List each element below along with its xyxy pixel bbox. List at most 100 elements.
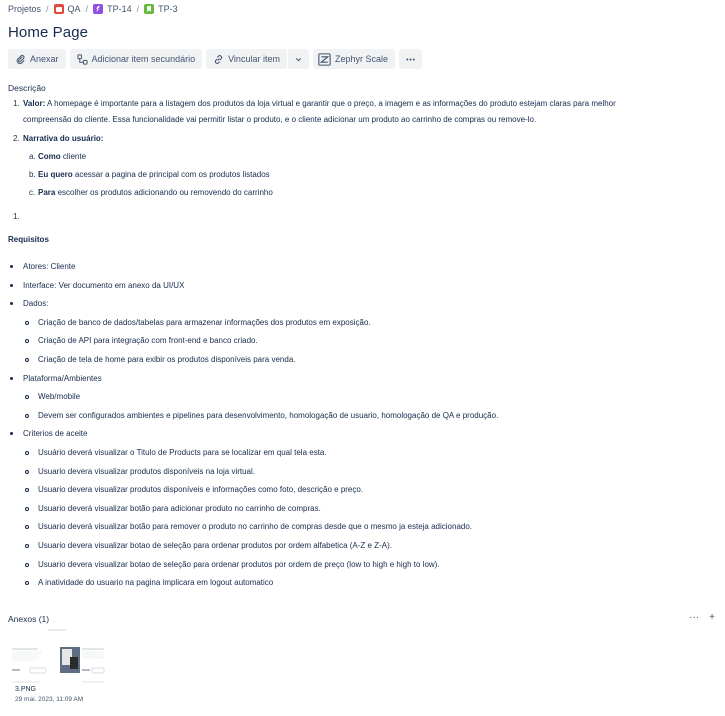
sub-bullet-icon: [25, 451, 29, 455]
story-icon: [144, 4, 155, 14]
attachment-thumbnail: [8, 627, 106, 685]
link-dropdown-button[interactable]: [287, 49, 309, 69]
bullet-icon: [10, 265, 13, 268]
breadcrumb-projects-label[interactable]: Projetos: [8, 4, 41, 14]
user-narrative-heading: Narrativa do usuário:: [23, 134, 103, 143]
breadcrumb-projects[interactable]: Projetos: [8, 4, 41, 14]
breadcrumb-epic-label[interactable]: TP-14: [107, 4, 132, 14]
attachments-actions: ··· +: [689, 612, 715, 623]
narrative-want: Eu quero acessar a pagina de principal c…: [38, 170, 270, 179]
attachments-more-button[interactable]: ···: [689, 612, 699, 623]
requirement-item: Criação de tela de home para exibir os p…: [38, 355, 296, 364]
requirement-item: Usuario devera visualizar botao de seleç…: [38, 541, 392, 550]
value-text-line2: compreensão do cliente. Essa funcionalid…: [23, 115, 537, 124]
paperclip-icon: [16, 54, 25, 64]
sub-bullet-icon: [25, 581, 29, 586]
requirement-item: Criação de API para integração com front…: [38, 336, 258, 346]
attachments-heading: Anexos (1): [8, 614, 50, 624]
link-issue-label: Vincular item: [228, 54, 280, 64]
zephyr-scale-label: Zephyr Scale: [334, 54, 388, 64]
breadcrumb-separator: /: [136, 4, 140, 14]
more-icon: [406, 57, 415, 61]
issue-toolbar: Anexar Adicionar item secundário Vincula…: [8, 49, 422, 69]
bullet-icon: [10, 302, 13, 306]
narrative-want-bold: Eu quero: [38, 170, 73, 179]
narrative-so-text: escolher os produtos adicionando ou remo…: [55, 188, 273, 197]
attachment-filename[interactable]: 3.PNG: [15, 686, 36, 693]
attachment-date: 29 mai. 2023, 11:09 AM: [15, 696, 84, 703]
add-child-label: Adicionar item secundário: [91, 54, 196, 64]
link-icon: [214, 54, 223, 64]
epic-icon: [93, 4, 104, 14]
narrative-so-bold: Para: [38, 188, 56, 197]
requirement-item: Usuario devera visualizar botao de seleç…: [38, 559, 440, 569]
sub-bullet-icon: [25, 506, 29, 511]
value-text-line1: A homepage é importante para a listagem …: [45, 99, 616, 108]
description-item-value: Valor: A homepage é importante para a li…: [23, 99, 616, 108]
bullet-icon: [10, 283, 13, 287]
description-label: Descrição: [8, 83, 46, 93]
attach-button[interactable]: Anexar: [8, 49, 66, 69]
requirement-item: Usuário deverá visualizar o Titulo de Pr…: [38, 448, 327, 457]
breadcrumb-project-label[interactable]: QA: [68, 4, 81, 14]
zephyr-scale-button[interactable]: Zephyr Scale: [312, 49, 395, 69]
requirement-item: Criação de banco de dados/tabelas para a…: [38, 317, 371, 327]
zephyr-scale-icon: [318, 52, 331, 66]
sub-bullet-icon: [25, 413, 29, 418]
breadcrumb-project-qa[interactable]: QA: [53, 4, 81, 14]
list-number: 1.: [13, 99, 20, 108]
sub-bullet-icon: [25, 395, 29, 400]
value-heading: Valor:: [23, 99, 46, 108]
requirement-item: Criterios de aceite: [23, 429, 88, 439]
narrative-want-text: acessar a pagina de principal com os pro…: [72, 170, 270, 179]
list-letter: b.: [29, 170, 36, 179]
requirement-item: Interface: Ver documento em anexo da UI/…: [23, 280, 185, 290]
sub-bullet-icon: [25, 358, 29, 362]
sub-bullet-icon: [25, 469, 29, 474]
requirement-item: Usuario devera visualizar produtos dispo…: [38, 466, 255, 476]
breadcrumb-separator: /: [46, 4, 49, 14]
breadcrumb: Projetos / QA / TP-14 / TP-3: [8, 3, 178, 15]
sub-bullet-icon: [25, 525, 29, 530]
narrative-as-bold: Como: [38, 152, 61, 161]
list-letter: c.: [29, 188, 36, 197]
sub-bullet-icon: [25, 339, 29, 344]
attach-label: Anexar: [30, 54, 59, 64]
issue-title[interactable]: Home Page: [8, 24, 88, 41]
sub-bullet-icon: [25, 320, 29, 325]
requirement-item: Atores: Cliente: [23, 262, 76, 271]
requirement-item: Web/mobile: [38, 392, 81, 402]
list-number: 2.: [13, 134, 20, 143]
breadcrumb-separator: /: [85, 4, 89, 14]
child-issue-icon: [76, 53, 88, 65]
requirement-item: Usuario deverá visualizar botão para rem…: [38, 522, 473, 532]
more-actions-button[interactable]: [398, 49, 422, 69]
project-icon: [53, 4, 64, 14]
add-child-button[interactable]: Adicionar item secundário: [69, 49, 203, 69]
chevron-down-icon: [295, 57, 302, 61]
sub-bullet-icon: [25, 544, 29, 548]
narrative-as: Como cliente: [38, 152, 86, 161]
breadcrumb-story[interactable]: TP-3: [144, 4, 178, 14]
breadcrumb-story-label[interactable]: TP-3: [158, 4, 178, 14]
add-attachment-button[interactable]: +: [709, 612, 715, 623]
requirement-item: Plataforma/Ambientes: [23, 373, 102, 383]
requirement-item: Usuario deverá visualizar botão para adi…: [38, 503, 321, 513]
requirements-heading: Requisitos: [8, 235, 49, 244]
requirement-item: Dados:: [23, 299, 49, 309]
list-letter: a.: [29, 152, 36, 161]
sub-bullet-icon: [25, 562, 29, 567]
sub-bullet-icon: [25, 488, 29, 493]
list-number: 1.: [13, 212, 20, 221]
requirement-item: Devem ser configurados ambientes e pipel…: [38, 410, 499, 420]
requirement-item: Usuario devera visualizar produtos dispo…: [38, 485, 364, 495]
link-issue-button[interactable]: Vincular item: [206, 49, 287, 69]
requirement-item: A inatividade do usuario na pagina impli…: [38, 578, 274, 588]
narrative-label: Narrativa do usuário:: [23, 134, 104, 143]
narrative-as-text: cliente: [60, 152, 87, 161]
bullet-icon: [10, 376, 13, 380]
narrative-so: Para escolher os produtos adicionando ou…: [38, 188, 273, 197]
breadcrumb-epic[interactable]: TP-14: [93, 4, 132, 14]
bullet-icon: [10, 432, 13, 436]
attachment-card[interactable]: [8, 627, 106, 705]
